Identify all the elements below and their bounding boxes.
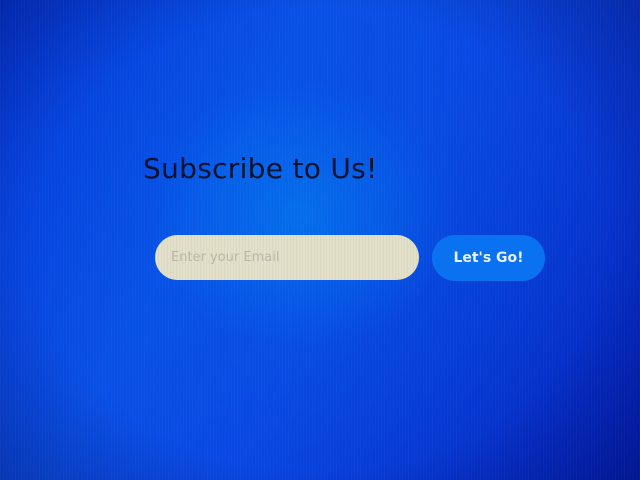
email-input[interactable] [155,235,419,280]
subscribe-title: Subscribe to Us! [143,152,378,185]
lets-go-button[interactable]: Let's Go! [432,235,545,281]
subscribe-section: Subscribe to Us! Let's Go! [0,0,640,480]
